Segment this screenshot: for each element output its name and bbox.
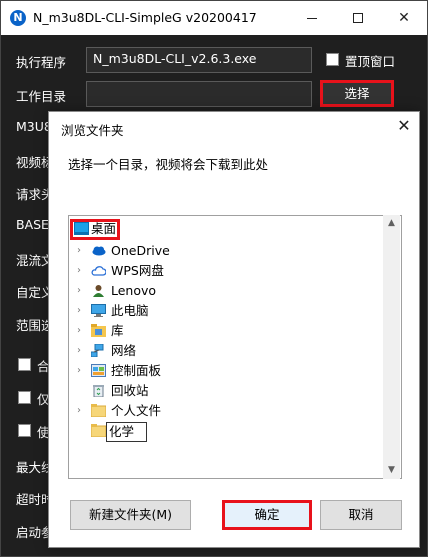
chevron-right-icon[interactable]: › [73, 401, 85, 421]
chevron-right-icon[interactable]: › [73, 361, 85, 381]
close-button[interactable]: ✕ [381, 1, 427, 35]
option-checkbox-1[interactable] [18, 358, 31, 371]
control-panel-icon [91, 364, 106, 377]
topmost-label: 置顶窗口 [345, 54, 396, 69]
title-bar: N N_m3u8DL-CLI-SimpleG v20200417 ✕ [1, 1, 427, 35]
dialog-prompt: 选择一个目录，视频将会下载到此处 [68, 157, 269, 172]
tree-item-control-panel[interactable]: › 控制面板 [73, 361, 393, 381]
library-icon [91, 324, 106, 337]
browse-button[interactable]: 选择 [320, 80, 394, 107]
cloud-outline-icon [91, 266, 106, 276]
close-icon: ✕ [398, 10, 410, 26]
chevron-right-icon[interactable]: › [73, 261, 85, 281]
tree-item-label: 网络 [111, 343, 137, 358]
tree-item-personal-files[interactable]: › 个人文件 [73, 401, 393, 421]
tree-item-label: OneDrive [111, 243, 170, 258]
tree-item-label: WPS网盘 [111, 263, 164, 278]
user-icon [93, 285, 104, 297]
dialog-title: 浏览文件夹 [61, 123, 124, 138]
tree-item-label: 库 [111, 323, 124, 338]
chevron-right-icon[interactable]: › [73, 281, 85, 301]
chevron-right-icon[interactable]: › [73, 301, 85, 321]
tree-item-label: 控制面板 [111, 363, 162, 378]
minimize-button[interactable] [289, 1, 335, 35]
tree-item-libraries[interactable]: › 库 [73, 321, 393, 341]
cloud-icon [92, 246, 106, 256]
workdir-field[interactable] [86, 81, 312, 107]
folder-rename-input[interactable]: 化学 [106, 422, 147, 442]
cancel-button[interactable]: 取消 [320, 500, 402, 530]
desktop-highlight-box [70, 219, 120, 240]
workdir-label: 工作目录 [16, 89, 67, 104]
tree-item-onedrive[interactable]: › OneDrive [73, 241, 393, 261]
scroll-up-icon[interactable]: ▲ [383, 215, 400, 232]
tree-item-recycle-bin[interactable]: 回收站 [73, 381, 393, 401]
tree-item-network[interactable]: › 网络 [73, 341, 393, 361]
ok-button[interactable]: 确定 [222, 500, 312, 530]
network-icon [91, 344, 104, 357]
chevron-right-icon[interactable]: › [73, 341, 85, 361]
chevron-right-icon[interactable]: › [73, 321, 85, 341]
folder-tree: 桌面 › OneDrive › WPS网盘 › Lenovo › 此电脑 › 库… [68, 215, 402, 479]
tree-item-label: 回收站 [111, 383, 149, 398]
scroll-down-icon[interactable]: ▼ [383, 462, 400, 479]
tree-scrollbar[interactable]: ▲ ▼ [383, 215, 400, 479]
computer-icon [91, 304, 106, 317]
tree-item-label: Lenovo [111, 283, 157, 298]
exe-label: 执行程序 [16, 55, 67, 70]
window-title: N_m3u8DL-CLI-SimpleG v20200417 [33, 10, 257, 25]
maximize-icon [353, 13, 363, 23]
topmost-checkbox[interactable] [326, 53, 339, 66]
m3u8-label: M3U8 [16, 119, 52, 134]
chevron-right-icon[interactable]: › [73, 241, 85, 261]
new-folder-button[interactable]: 新建文件夹(M) [70, 500, 191, 530]
close-icon: ✕ [397, 116, 411, 135]
folder-icon [91, 404, 106, 417]
tree-item-label: 此电脑 [111, 303, 149, 318]
recycle-bin-icon [93, 385, 104, 397]
tree-item-label: 个人文件 [111, 403, 162, 418]
option-checkbox-2[interactable] [18, 391, 31, 404]
tree-item-this-pc[interactable]: › 此电脑 [73, 301, 393, 321]
maximize-button[interactable] [335, 1, 381, 35]
browse-folder-dialog: 浏览文件夹 ✕ 选择一个目录，视频将会下载到此处 桌面 › OneDrive ›… [48, 111, 420, 548]
dialog-close-button[interactable]: ✕ [389, 114, 419, 138]
app-icon: N [10, 10, 26, 26]
tree-item-wps-drive[interactable]: › WPS网盘 [73, 261, 393, 281]
exe-path-field[interactable]: N_m3u8DL-CLI_v2.6.3.exe [86, 47, 312, 73]
folder-icon [91, 424, 106, 437]
minimize-icon [307, 17, 317, 19]
tree-item-lenovo[interactable]: › Lenovo [73, 281, 393, 301]
option-checkbox-3[interactable] [18, 424, 31, 437]
